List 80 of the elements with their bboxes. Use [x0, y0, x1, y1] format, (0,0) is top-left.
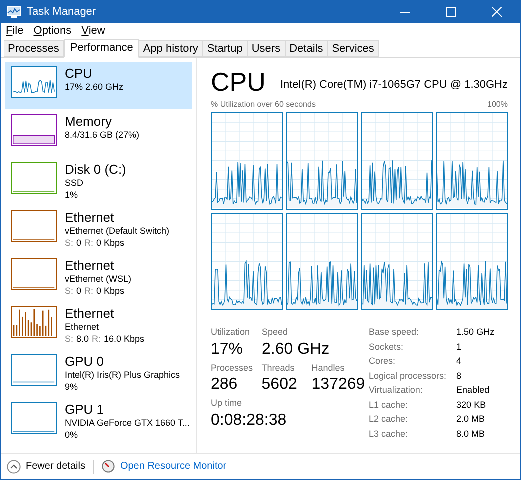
- item-detail: 17% 2.60 GHz: [65, 81, 124, 93]
- stat-label: Speed: [262, 326, 290, 339]
- item-name: Ethernet: [65, 258, 116, 273]
- item-detail: Intel(R) Iris(R) Plus Graphics: [65, 369, 180, 381]
- tab[interactable]: App history: [139, 40, 204, 57]
- graph-max-label: 100%: [488, 99, 508, 111]
- menu-item[interactable]: File: [6, 22, 24, 40]
- tab[interactable]: Startup: [203, 40, 248, 57]
- send-label: S:: [65, 237, 74, 249]
- stat-label: Handles: [312, 362, 346, 374]
- item-name: Ethernet: [65, 306, 116, 321]
- graph-caption: % Utilization over 60 seconds: [211, 99, 316, 111]
- close-icon: [492, 7, 502, 17]
- detail-label: Cores:: [369, 355, 397, 368]
- tab[interactable]: Performance: [64, 39, 140, 58]
- receive-label: R:: [92, 333, 102, 345]
- resource-monitor-link[interactable]: Open Resource Monitor: [102, 459, 227, 474]
- tab[interactable]: Users: [248, 40, 286, 57]
- item-name: GPU 0: [65, 354, 106, 369]
- send-label: S:: [65, 333, 74, 345]
- stat-label: Up time: [211, 397, 244, 410]
- monitor-chart-icon: [7, 6, 21, 18]
- item-name: GPU 1: [65, 402, 106, 417]
- receive-rate: 16.0 Kbps: [104, 333, 145, 345]
- tab[interactable]: Services: [328, 40, 380, 57]
- item-detail: 9%: [65, 381, 80, 393]
- item-detail: Ethernet: [65, 321, 100, 333]
- receive-label: R:: [84, 285, 94, 297]
- menu-item[interactable]: Options: [34, 22, 72, 40]
- stat-label: Threads: [262, 362, 296, 374]
- detail-value: 2.0 MB: [456, 413, 486, 426]
- detail-label: Virtualization:: [369, 384, 424, 397]
- item-detail: NVIDIA GeForce GTX 1660 T...: [65, 417, 190, 429]
- detail-label: L2 cache:: [369, 413, 410, 426]
- sidebar-item[interactable]: CPU 17% 2.60 GHz: [5, 62, 192, 109]
- stat-value: 2.60 GHz: [262, 340, 330, 360]
- detail-label: Sockets:: [369, 340, 405, 354]
- chevron-up-icon: [7, 460, 21, 474]
- fewer-details-button[interactable]: Fewer details: [7, 459, 86, 474]
- stat-value: 0:08:28:38: [211, 410, 287, 430]
- send-rate: 8.0: [76, 333, 90, 345]
- stat-value: 17%: [211, 340, 244, 360]
- detail-value: Enabled: [456, 384, 491, 397]
- tab[interactable]: Processes: [4, 40, 64, 57]
- detail-label: L1 cache:: [369, 398, 410, 412]
- detail-label: Logical processors:: [369, 370, 447, 383]
- window-title: Task Manager: [27, 4, 96, 20]
- item-detail: vEthernet (WSL): [65, 273, 132, 285]
- send-label: S:: [65, 285, 74, 297]
- detail-label: L3 cache:: [369, 428, 410, 440]
- item-name: Disk 0 (C:): [65, 162, 126, 177]
- detail-label: Base speed:: [369, 326, 420, 339]
- gauge-icon: [102, 460, 116, 473]
- send-rate: 0: [76, 237, 82, 249]
- stat-value: 286: [211, 375, 239, 395]
- tab[interactable]: Details: [286, 40, 328, 57]
- item-name: CPU: [65, 66, 94, 81]
- detail-value: 8: [456, 370, 463, 382]
- item-name: Ethernet: [65, 210, 116, 225]
- receive-rate: 0 Kbps: [96, 285, 125, 297]
- receive-rate: 0 Kbps: [96, 237, 125, 249]
- menu-item[interactable]: View: [82, 22, 106, 40]
- item-name: Memory: [65, 114, 113, 129]
- cpu-model: Intel(R) Core(TM) i7-1065G7 CPU @ 1.30GHz: [280, 78, 508, 92]
- detail-value: 8.0 MB: [456, 428, 486, 440]
- item-detail: vEthernet (Default Switch): [65, 225, 170, 237]
- item-detail: 8.4/31.6 GB (27%): [65, 129, 140, 141]
- send-rate: 0: [76, 285, 82, 297]
- maximize-icon: [446, 7, 456, 17]
- item-detail: SSD: [65, 177, 85, 189]
- item-detail: 0%: [65, 429, 80, 441]
- item-detail: 1%: [65, 189, 80, 201]
- stat-label: Utilization: [211, 326, 250, 339]
- receive-label: R:: [84, 237, 94, 249]
- detail-value: 4: [456, 355, 463, 368]
- stat-value: 5602: [262, 375, 298, 395]
- panel-title: CPU: [211, 68, 266, 96]
- detail-value: 320 KB: [456, 398, 488, 412]
- detail-value: 1: [456, 340, 463, 354]
- detail-value: 1.50 GHz: [456, 326, 495, 339]
